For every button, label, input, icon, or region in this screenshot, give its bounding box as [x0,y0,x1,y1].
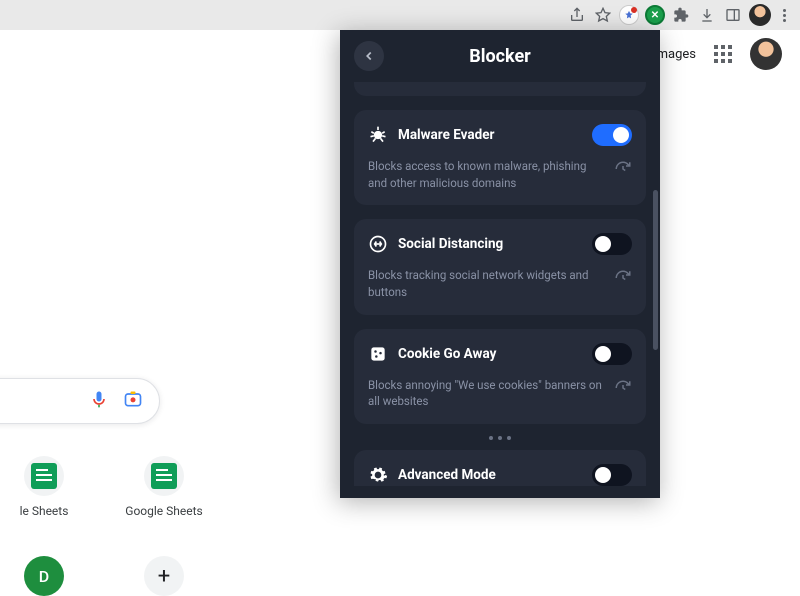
refresh-icon[interactable] [614,269,632,287]
toggle-malware[interactable] [592,124,632,146]
toggle-social[interactable] [592,233,632,255]
letter-tile: D [24,556,64,596]
shortcuts-row-2: D + [0,556,200,596]
blocker-card-advanced: Advanced Mode [354,450,646,486]
card-title: Social Distancing [398,236,582,252]
downloads-icon[interactable] [697,5,717,25]
account-avatar[interactable] [750,38,782,70]
previous-card-edge [354,82,646,96]
plus-icon: + [144,556,184,596]
card-description: Blocks tracking social network widgets a… [368,267,606,300]
gear-icon [368,465,388,485]
google-apps-icon[interactable] [714,45,732,63]
blocker-card-social: Social Distancing Blocks tracking social… [354,219,646,314]
card-description: Blocks access to known malware, phishing… [368,158,606,191]
shortcut-sheets-2[interactable]: Google Sheets [128,456,200,518]
share-icon[interactable] [567,5,587,25]
image-search-icon[interactable] [123,389,143,413]
popup-title: Blocker [469,46,531,67]
card-title: Cookie Go Away [398,346,582,362]
more-indicator-icon [354,432,646,450]
voice-search-icon[interactable] [89,389,109,413]
shortcut-label: le Sheets [20,504,69,518]
cookie-icon [368,344,388,364]
blocker-card-cookie: Cookie Go Away Blocks annoying "We use c… [354,329,646,424]
toggle-cookie[interactable] [592,343,632,365]
toggle-advanced[interactable] [592,464,632,486]
back-button[interactable] [354,41,384,71]
popup-header: Blocker [340,30,660,82]
sidepanel-icon[interactable] [723,5,743,25]
sheets-icon [31,463,57,489]
refresh-icon[interactable] [614,160,632,178]
add-shortcut-button[interactable]: + [128,556,200,596]
shortcut-label: Google Sheets [125,504,202,518]
social-icon [368,234,388,254]
extension-badge-1[interactable] [619,5,639,25]
extensions-puzzle-icon[interactable] [671,5,691,25]
shortcuts-row-1: le Sheets Google Sheets [0,456,200,518]
popup-body: Malware Evader Blocks access to known ma… [340,82,660,498]
refresh-icon[interactable] [614,379,632,397]
blocker-card-malware: Malware Evader Blocks access to known ma… [354,110,646,205]
extension-badge-2[interactable]: ✕ [645,5,665,25]
browser-menu-icon[interactable] [777,9,792,22]
browser-toolbar: ✕ [0,0,800,30]
search-input[interactable] [0,378,160,424]
card-title: Malware Evader [398,127,582,143]
extension-popup: Blocker Malware Evader Blocks access to … [340,30,660,498]
card-title: Advanced Mode [398,467,582,483]
bug-icon [368,125,388,145]
card-description: Blocks annoying "We use cookies" banners… [368,377,606,410]
sheets-icon [151,463,177,489]
shortcut-sheets-1[interactable]: le Sheets [8,456,80,518]
shortcut-letter[interactable]: D [8,556,80,596]
bookmark-star-icon[interactable] [593,5,613,25]
profile-avatar-icon[interactable] [749,4,771,26]
